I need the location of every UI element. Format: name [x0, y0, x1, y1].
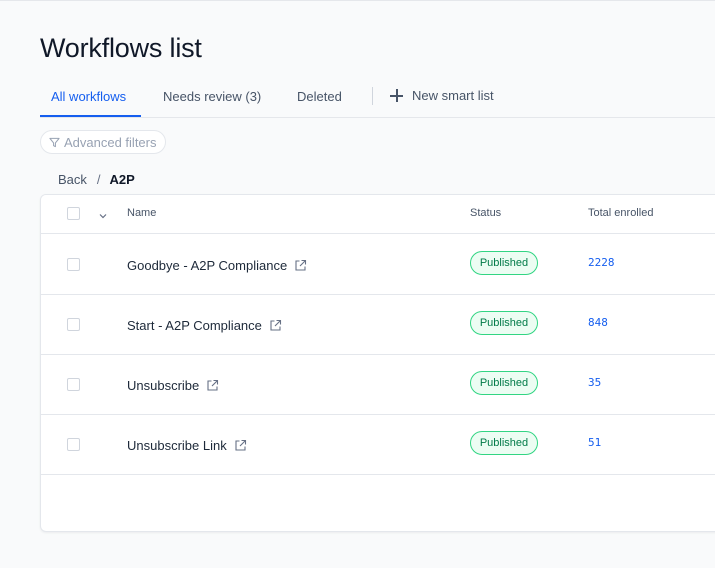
- workflows-page: Workflows list All workflows Needs revie…: [0, 0, 715, 568]
- advanced-filters-label: Advanced filters: [64, 134, 157, 150]
- chevron-down-icon[interactable]: [98, 208, 108, 226]
- external-link-icon[interactable]: [269, 319, 282, 332]
- row-checkbox[interactable]: [67, 438, 80, 451]
- tab-divider: [372, 87, 373, 105]
- workflow-name-link[interactable]: Start - A2P Compliance: [127, 318, 282, 333]
- total-enrolled-count[interactable]: 2228: [588, 256, 615, 269]
- new-smart-list-label: New smart list: [412, 88, 494, 103]
- table-header: Name Status Total enrolled: [41, 195, 715, 234]
- status-badge: Published: [470, 311, 538, 335]
- breadcrumb-back-link[interactable]: Back: [58, 172, 87, 187]
- column-header-name[interactable]: Name: [127, 207, 156, 219]
- row-checkbox[interactable]: [67, 318, 80, 331]
- breadcrumb: Back / A2P: [58, 172, 135, 187]
- tab-all-workflows[interactable]: All workflows: [51, 89, 126, 104]
- row-checkbox[interactable]: [67, 378, 80, 391]
- tab-needs-review[interactable]: Needs review (3): [163, 89, 261, 104]
- funnel-icon: [49, 137, 60, 148]
- total-enrolled-count[interactable]: 848: [588, 316, 608, 329]
- row-checkbox[interactable]: [67, 258, 80, 271]
- workflow-name-link[interactable]: Unsubscribe: [127, 378, 219, 393]
- tab-bar: All workflows Needs review (3) Deleted N…: [40, 81, 715, 118]
- workflow-name: Unsubscribe: [127, 378, 200, 393]
- table-row[interactable]: Goodbye - A2P Compliance Published 2228: [41, 234, 715, 295]
- status-badge: Published: [470, 371, 538, 395]
- workflow-name: Goodbye - A2P Compliance: [127, 258, 288, 273]
- plus-icon: [390, 89, 403, 102]
- column-header-status[interactable]: Status: [470, 207, 501, 219]
- advanced-filters-button[interactable]: Advanced filters: [40, 130, 166, 154]
- status-badge: Published: [470, 251, 538, 275]
- new-smart-list-button[interactable]: New smart list: [390, 88, 494, 103]
- tab-deleted[interactable]: Deleted: [297, 89, 342, 104]
- column-header-total-enrolled[interactable]: Total enrolled: [588, 207, 653, 219]
- table-row[interactable]: Start - A2P Compliance Published 848: [41, 294, 715, 355]
- workflow-name-link[interactable]: Unsubscribe Link: [127, 438, 247, 453]
- table-row[interactable]: Unsubscribe Link Published 51: [41, 414, 715, 475]
- total-enrolled-count[interactable]: 35: [588, 376, 601, 389]
- select-all-checkbox[interactable]: [67, 207, 80, 220]
- page-title: Workflows list: [40, 33, 202, 63]
- workflows-table: Name Status Total enrolled Goodbye - A2P…: [40, 194, 715, 532]
- breadcrumb-separator: /: [96, 172, 101, 187]
- status-badge: Published: [470, 431, 538, 455]
- workflow-name: Unsubscribe Link: [127, 438, 227, 453]
- breadcrumb-current: A2P: [109, 172, 135, 187]
- external-link-icon[interactable]: [206, 379, 219, 392]
- workflow-name-link[interactable]: Goodbye - A2P Compliance: [127, 258, 307, 273]
- workflow-name: Start - A2P Compliance: [127, 318, 262, 333]
- table-row[interactable]: Unsubscribe Published 35: [41, 354, 715, 415]
- total-enrolled-count[interactable]: 51: [588, 436, 601, 449]
- active-tab-indicator: [40, 115, 141, 117]
- external-link-icon[interactable]: [294, 259, 307, 272]
- external-link-icon[interactable]: [234, 439, 247, 452]
